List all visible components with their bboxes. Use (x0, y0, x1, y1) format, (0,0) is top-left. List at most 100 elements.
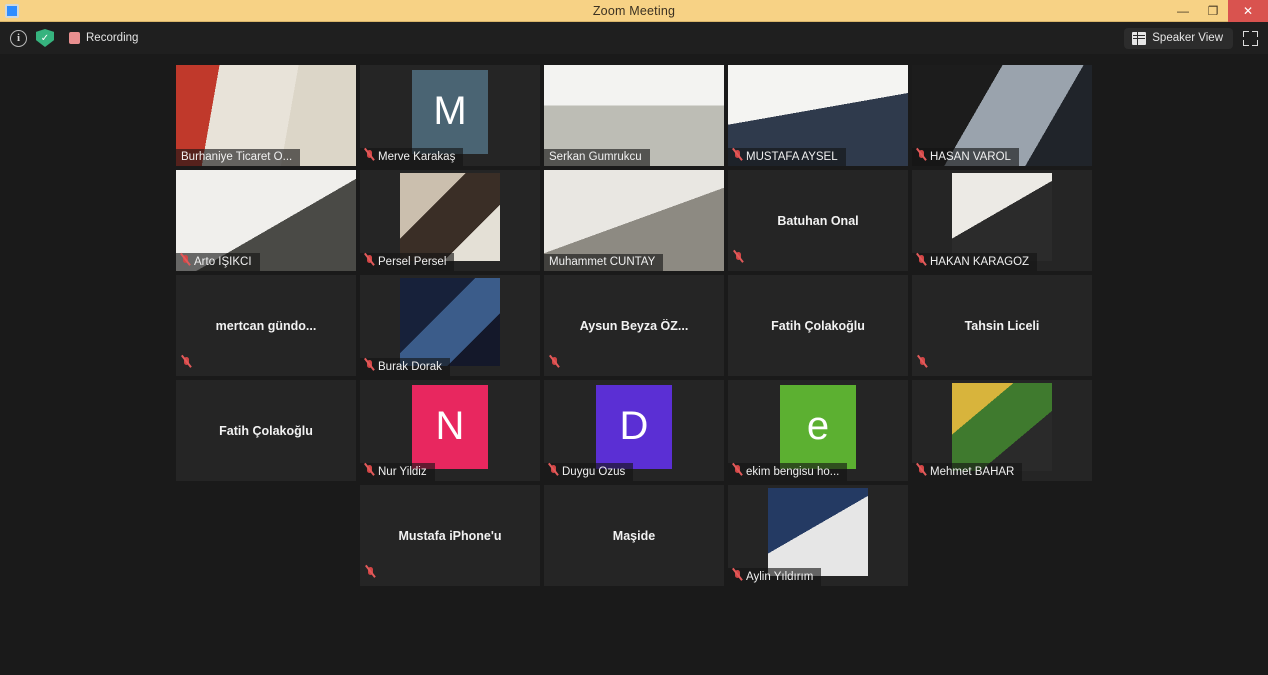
participant-name: Muhammet CÜNTAY (549, 256, 656, 268)
participant-tile[interactable]: Batuhan Onal (728, 170, 908, 271)
participant-name-strip: ekim bengisu ho... (728, 463, 848, 481)
view-controls: Speaker View (1124, 27, 1258, 49)
participant-name-strip: Muhammet CÜNTAY (544, 254, 664, 271)
speaker-view-button[interactable]: Speaker View (1124, 27, 1233, 49)
mic-muted-icon (734, 252, 743, 265)
participant-tile[interactable]: Fatih Çolakoğlu (728, 275, 908, 376)
participant-video (951, 173, 1053, 261)
participant-tile[interactable]: e ekim bengisu ho... (728, 380, 908, 481)
participant-name: Duygu Ozus (562, 465, 626, 478)
participant-tile[interactable]: Mustafa iPhone'u (360, 485, 540, 586)
layout-grid-icon (1132, 31, 1147, 45)
record-stop-icon[interactable] (69, 32, 80, 44)
participant-tile[interactable]: Aysun Beyza ÖZ... (544, 275, 724, 376)
participant-tile[interactable]: Serkan Gumrukcu (544, 65, 724, 166)
participant-name: Tahsin Liceli (964, 318, 1040, 333)
participant-tile[interactable]: Mehmet BAHAR (912, 380, 1092, 481)
mic-muted-icon (365, 360, 374, 373)
participant-name: MUSTAFA AYSEL (746, 150, 838, 163)
participant-tile[interactable]: Aylin Yıldırım (728, 485, 908, 586)
mic-muted-icon (365, 465, 374, 478)
mic-muted-icon (733, 465, 742, 478)
participant-name: Mustafa iPhone'u (398, 528, 502, 543)
participant-name: Maşide (612, 528, 656, 543)
participant-name: Batuhan Onal (777, 213, 859, 228)
window-title-bar: Zoom Meeting — ❐ ✕ (0, 0, 1268, 22)
info-icon[interactable]: i (10, 29, 27, 47)
mic-muted-icon (550, 357, 559, 370)
participant-tile-empty (176, 485, 356, 586)
participant-tile[interactable]: Arto IŞIKCI (176, 170, 356, 271)
mic-muted-icon (549, 465, 558, 478)
participant-name: Persel Persel (378, 255, 447, 268)
mic-muted-icon (181, 255, 190, 268)
participant-name: Aysun Beyza ÖZ... (579, 318, 689, 333)
participant-name-strip: Aylin Yıldırım (728, 568, 822, 586)
participant-name: Aylin Yıldırım (746, 570, 814, 583)
participant-name: Fatih Çolakoğlu (771, 318, 865, 333)
mic-muted-icon (733, 150, 742, 163)
participant-tile[interactable]: Persel Persel (360, 170, 540, 271)
participant-name-strip: Persel Persel (360, 253, 455, 271)
participant-tile[interactable]: N Nur Yildiz (360, 380, 540, 481)
participant-tile[interactable]: Burhaniye Ticaret O... (176, 65, 356, 166)
participant-avatar: N (412, 385, 488, 469)
participant-name: Serkan Gumrukcu (549, 151, 642, 163)
participant-tile[interactable]: MUSTAFA AYSEL (728, 65, 908, 166)
recording-indicator[interactable]: Recording (69, 32, 138, 44)
mic-muted-icon (733, 570, 742, 583)
participant-name-strip: Burhaniye Ticaret O... (176, 149, 301, 166)
participant-tile[interactable]: Maşide (544, 485, 724, 586)
window-title: Zoom Meeting (592, 3, 676, 18)
video-gallery-stage: Burhaniye Ticaret O... M Merve Karakaş Serk… (0, 54, 1268, 675)
participant-grid: Burhaniye Ticaret O... M Merve Karakaş Serk… (176, 65, 1092, 586)
mic-muted-icon (917, 150, 926, 163)
mic-muted-icon (917, 465, 926, 478)
participant-name-strip: HAKAN KARAGOZ (912, 253, 1038, 271)
participant-name: HASAN VAROL (930, 150, 1011, 163)
participant-name: Nur Yildiz (378, 465, 427, 478)
participant-tile[interactable]: HAKAN KARAGOZ (912, 170, 1092, 271)
participant-tile[interactable]: Tahsin Liceli (912, 275, 1092, 376)
participant-name: Merve Karakaş (378, 150, 456, 163)
participant-name-strip: Mehmet BAHAR (912, 463, 1023, 481)
participant-video (951, 383, 1053, 471)
mic-muted-icon (918, 357, 927, 370)
participant-video (767, 488, 869, 576)
participant-name-strip: HASAN VAROL (912, 148, 1019, 166)
participant-name-strip: Nur Yildiz (360, 463, 435, 481)
meeting-status-group: i ✓ Recording (10, 29, 138, 47)
participant-name-strip: Serkan Gumrukcu (544, 149, 650, 166)
participant-name-strip: Duygu Ozus (544, 463, 634, 481)
mic-muted-icon (366, 567, 375, 580)
participant-avatar: D (596, 385, 672, 469)
participant-tile[interactable]: D Duygu Ozus (544, 380, 724, 481)
participant-tile[interactable]: Fatih Çolakoğlu (176, 380, 356, 481)
participant-tile[interactable]: mertcan gündo... (176, 275, 356, 376)
speaker-view-label: Speaker View (1152, 32, 1223, 44)
participant-name-strip: Arto IŞIKCI (176, 253, 260, 271)
participant-tile[interactable]: Muhammet CÜNTAY (544, 170, 724, 271)
participant-tile[interactable]: HASAN VAROL (912, 65, 1092, 166)
participant-name: ekim bengisu ho... (746, 465, 840, 478)
participant-tile[interactable]: Burak Dorak (360, 275, 540, 376)
mic-muted-icon (182, 357, 191, 370)
participant-tile-empty (912, 485, 1092, 586)
participant-name: Burak Dorak (378, 360, 442, 373)
participant-name: Mehmet BAHAR (930, 465, 1015, 478)
participant-video (399, 278, 501, 366)
participant-name-strip: Burak Dorak (360, 358, 450, 376)
mic-muted-icon (365, 255, 374, 268)
participant-name-strip: MUSTAFA AYSEL (728, 148, 846, 166)
mic-muted-icon (917, 255, 926, 268)
participant-name: Fatih Çolakoğlu (219, 423, 313, 438)
participant-name: Burhaniye Ticaret O... (181, 151, 293, 163)
participant-name: mertcan gündo... (215, 318, 317, 333)
encryption-shield-icon[interactable]: ✓ (36, 29, 54, 47)
recording-label: Recording (86, 32, 139, 44)
participant-avatar: e (780, 385, 856, 469)
participant-name: Arto IŞIKCI (194, 255, 252, 268)
mic-muted-icon (365, 150, 374, 163)
participant-tile[interactable]: M Merve Karakaş (360, 65, 540, 166)
fullscreen-icon[interactable] (1243, 30, 1258, 46)
